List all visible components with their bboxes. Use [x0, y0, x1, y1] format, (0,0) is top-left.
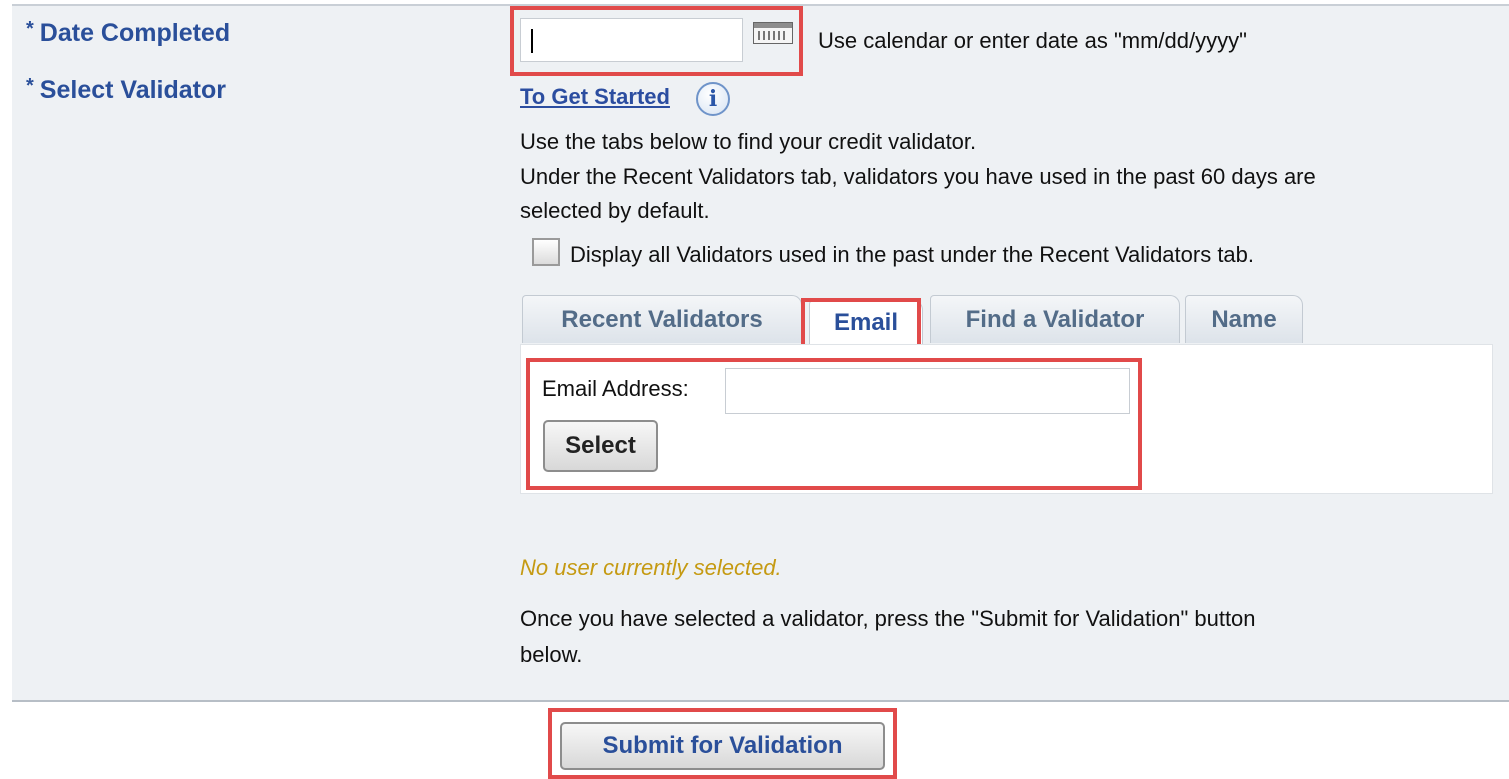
- to-get-started-link[interactable]: To Get Started: [520, 84, 670, 110]
- checkbox-label: Display all Validators used in the past …: [570, 242, 1255, 267]
- no-user-selected-status: No user currently selected.: [520, 555, 782, 580]
- submit-note-line-2: below.: [520, 642, 583, 667]
- calendar-icon[interactable]: [753, 22, 793, 44]
- tab-recent-validators[interactable]: Recent Validators: [522, 295, 802, 343]
- submit-highlight-box: [548, 708, 897, 779]
- select-validator-label-text: Select Validator: [39, 76, 226, 104]
- instruction-line-2: Under the Recent Validators tab, validat…: [520, 164, 1316, 189]
- submit-note-line-1: Once you have selected a validator, pres…: [520, 606, 1256, 631]
- text-caret: [531, 29, 533, 53]
- date-hint: Use calendar or enter date as "mm/dd/yyy…: [818, 28, 1247, 53]
- email-tab-highlight-box: [801, 298, 921, 348]
- required-marker: *: [26, 75, 34, 97]
- display-all-validators-checkbox[interactable]: [532, 238, 560, 266]
- date-completed-label-text: Date Completed: [39, 19, 231, 47]
- instruction-line-1: Use the tabs below to find your credit v…: [520, 129, 977, 154]
- instruction-line-3: selected by default.: [520, 198, 710, 223]
- info-icon[interactable]: i: [696, 82, 730, 116]
- email-panel-highlight-box: [526, 358, 1142, 490]
- select-validator-label: * Select Validator: [26, 75, 226, 105]
- date-completed-label: * Date Completed: [26, 18, 230, 48]
- tab-name[interactable]: Name: [1185, 295, 1303, 343]
- tab-find-a-validator[interactable]: Find a Validator: [930, 295, 1180, 343]
- required-marker: *: [26, 18, 34, 40]
- date-completed-input[interactable]: [520, 18, 743, 62]
